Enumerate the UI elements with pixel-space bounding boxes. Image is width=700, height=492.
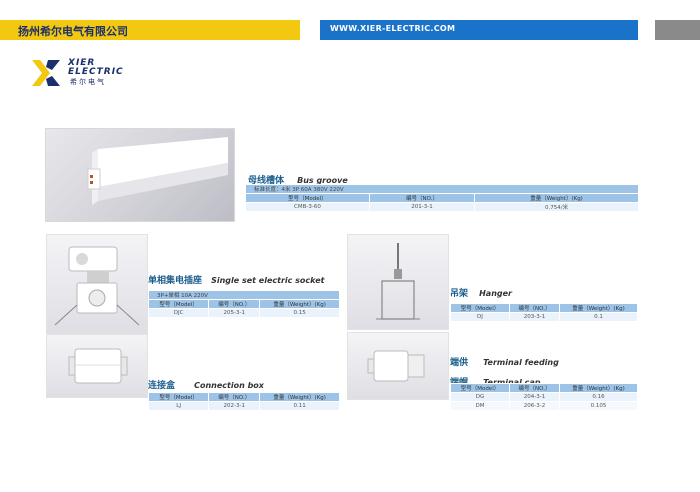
hanger-spec-table: 型号（Model） 编号（NO.） 重量（Weight）(Kg) DJ 203-… — [450, 303, 638, 322]
table-header: 型号（Model） — [245, 193, 370, 203]
socket-illustration — [54, 246, 140, 326]
table-cell: 202-3-1 — [208, 401, 261, 411]
hanger-title: 吊架 Hanger — [450, 281, 512, 300]
table-cell: LJ — [147, 401, 210, 411]
table-cell: 205-3-1 — [208, 308, 261, 318]
table-header: 型号（Model） — [147, 299, 210, 309]
table-header: 重量（Weight）(Kg) — [474, 193, 639, 203]
website-link[interactable]: WWW.XIER-ELECTRIC.COM — [330, 24, 455, 33]
table-row: DJ 203-3-1 0.1 — [450, 312, 638, 322]
logo-text-electric: ELECTRIC — [68, 67, 124, 77]
hanger-image — [347, 234, 449, 330]
socket-spec-line: 3P+单相 10A 220V — [148, 290, 340, 300]
connection-box-title-en: Connection box — [194, 381, 264, 390]
table-header: 型号（Model） — [450, 303, 510, 313]
terminal-image — [347, 332, 449, 400]
table-row: DG 204-3-1 0.16 — [450, 392, 638, 402]
table-row: LJ 202-3-1 0.11 — [147, 401, 340, 411]
bus-groove-spec-table: 标准长度：4米 3P 60A 380V 220V 型号（Model） 编号（NO… — [245, 184, 639, 212]
hanger-title-zh: 吊架 — [450, 289, 469, 299]
company-name: 扬州希尔电气有限公司 — [18, 25, 128, 38]
table-cell: DJ — [450, 312, 510, 322]
table-cell: 0.15 — [259, 308, 340, 318]
table-cell: 204-3-1 — [508, 392, 561, 402]
table-header: 重量（Weight）(Kg) — [559, 303, 638, 313]
table-header: 编号（NO.） — [208, 299, 261, 309]
socket-title-en: Single set electric socket — [211, 276, 325, 285]
table-header: 重量（Weight）(Kg) — [559, 383, 638, 393]
hanger-illustration — [376, 243, 420, 320]
connection-box-title-zh: 连接盒 — [148, 381, 176, 391]
table-cell: 0.11 — [259, 401, 340, 411]
table-row: CMB-3-60 201-3-1 0.754/米 — [245, 202, 639, 212]
table-header: 型号（Model） — [147, 392, 210, 402]
table-header: 编号（NO.） — [508, 383, 561, 393]
socket-title: 单相集电插座 Single set electric socket — [148, 268, 324, 287]
socket-spec-table: 3P+单相 10A 220V 型号（Model） 编号（NO.） 重量（Weig… — [147, 290, 340, 318]
company-name-bar: 扬州希尔电气有限公司 — [0, 20, 300, 40]
connection-box-illustration — [68, 348, 128, 384]
website-bar: WWW.XIER-ELECTRIC.COM — [320, 20, 638, 40]
table-cell: DG — [450, 392, 510, 402]
header-accent-block — [655, 20, 700, 40]
terminal-illustration — [367, 350, 425, 382]
table-header: 编号（NO.） — [208, 392, 261, 402]
logo-text-chinese: 希尔电气 — [70, 78, 106, 86]
company-logo: XIER ELECTRIC 希尔电气 — [30, 58, 125, 88]
table-cell: CMB-3-60 — [245, 202, 370, 212]
connection-box-image — [46, 334, 148, 398]
table-row: DM 206-3-2 0.105 — [450, 401, 638, 411]
xier-logo-icon — [32, 60, 60, 86]
table-cell: 0.16 — [559, 392, 638, 402]
table-cell: DM — [450, 401, 510, 411]
table-header: 重量（Weight）(Kg) — [259, 392, 340, 402]
table-cell: 0.754/米 — [474, 202, 639, 212]
table-row: DJC 205-3-1 0.15 — [147, 308, 340, 318]
bus-groove-spec-line: 标准长度：4米 3P 60A 380V 220V — [245, 184, 639, 194]
table-cell: 203-3-1 — [508, 312, 561, 322]
connection-box-spec-table: 型号（Model） 编号（NO.） 重量（Weight）(Kg) LJ 202-… — [147, 392, 340, 411]
terminal-feeding-title-zh: 端供 — [450, 358, 469, 368]
table-header: 型号（Model） — [450, 383, 510, 393]
hanger-title-en: Hanger — [479, 289, 512, 298]
table-cell: 0.105 — [559, 401, 638, 411]
socket-title-zh: 单相集电插座 — [148, 276, 203, 286]
table-header: 重量（Weight）(Kg) — [259, 299, 340, 309]
table-cell: 0.1 — [559, 312, 638, 322]
terminal-spec-table: 型号（Model） 编号（NO.） 重量（Weight）(Kg) DG 204-… — [450, 383, 638, 411]
bus-groove-illustration — [87, 137, 228, 205]
connection-box-title: 连接盒 Connection box — [148, 373, 264, 392]
bus-groove-image — [45, 128, 235, 222]
table-cell: 201-3-1 — [368, 202, 476, 212]
terminal-feeding-title-en: Terminal feeding — [483, 358, 559, 367]
socket-image — [46, 234, 148, 334]
table-cell: DJC — [147, 308, 210, 318]
table-cell: 206-3-2 — [508, 401, 561, 411]
table-header: 编号（NO.） — [508, 303, 561, 313]
table-header: 编号（NO.） — [368, 193, 476, 203]
